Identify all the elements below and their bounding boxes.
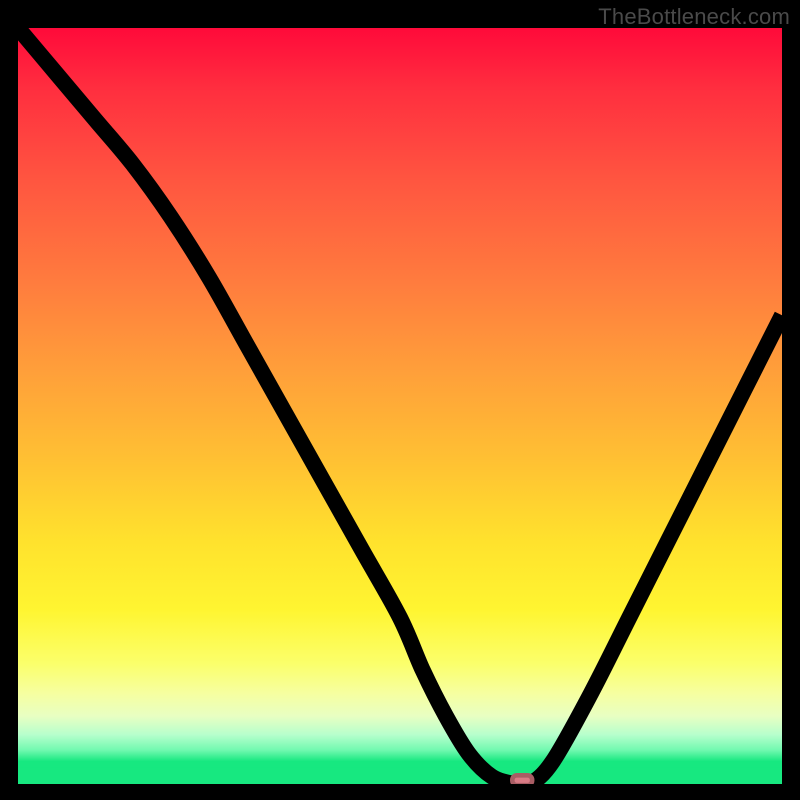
plot-area: [18, 28, 782, 784]
chart-stage: TheBottleneck.com: [0, 0, 800, 800]
bottleneck-curve: [18, 28, 782, 784]
marker-pill: [512, 775, 532, 784]
watermark-text: TheBottleneck.com: [598, 4, 790, 30]
green-baseline-band: [18, 767, 782, 784]
plot-svg: [18, 28, 782, 784]
minimum-marker: [512, 775, 532, 784]
